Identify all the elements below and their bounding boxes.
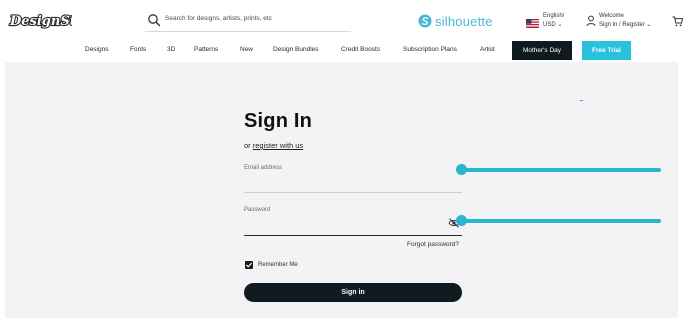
email-slider-handle[interactable]: [456, 164, 467, 175]
mothers-day-button[interactable]: Mother's Day: [512, 41, 572, 60]
search-input[interactable]: Search for designs, artists, prints, etc: [165, 15, 272, 22]
chevron-down-icon: ⌄: [557, 22, 563, 28]
page-title: Sign In: [244, 110, 313, 132]
nav-item-subscription-plans[interactable]: Subscription Plans: [403, 46, 457, 53]
page: DesignStore Search for designs, artists,…: [0, 0, 683, 318]
password-slider-handle[interactable]: [456, 215, 467, 226]
silhouette-logo-icon: [418, 14, 432, 28]
sign-in-button[interactable]: Sign in: [244, 283, 462, 302]
register-prompt: or register with us: [244, 141, 304, 150]
password-slider-track[interactable]: [460, 219, 661, 223]
chevron-down-icon: ⌄: [646, 22, 652, 28]
nav-item-credit-boosts[interactable]: Credit Boosts: [341, 46, 380, 53]
decorative-dot: [580, 100, 583, 101]
password-label: Password: [244, 207, 271, 213]
register-link[interactable]: register with us: [253, 141, 303, 150]
main-navigation: Designs Fonts 3D Patterns New Design Bun…: [0, 40, 683, 62]
email-slider-track[interactable]: [460, 168, 661, 172]
search-bar[interactable]: Search for designs, artists, prints, etc: [145, 10, 351, 32]
design-store-logo[interactable]: DesignStore: [8, 9, 72, 31]
top-header: DesignStore Search for designs, artists,…: [0, 0, 683, 40]
nav-item-3d[interactable]: 3D: [167, 46, 175, 53]
nav-item-design-bundles[interactable]: Design Bundles: [273, 46, 319, 53]
password-field[interactable]: [244, 235, 462, 236]
free-trial-button[interactable]: Free Trial: [582, 41, 631, 60]
svg-text:DesignStore: DesignStore: [9, 14, 72, 29]
email-field[interactable]: [244, 192, 462, 193]
main-content: [5, 62, 678, 318]
silhouette-brand-link[interactable]: silhouette: [418, 11, 493, 31]
nav-item-fonts[interactable]: Fonts: [130, 46, 146, 53]
search-icon[interactable]: [147, 13, 161, 27]
email-label: Email address: [244, 165, 283, 171]
nav-item-patterns[interactable]: Patterns: [194, 46, 218, 53]
welcome-label: Welcome: [599, 13, 624, 19]
silhouette-brand-text: silhouette: [435, 13, 493, 29]
cart-icon[interactable]: [672, 14, 683, 27]
nav-item-new[interactable]: New: [240, 46, 253, 53]
nav-item-designs[interactable]: Designs: [85, 46, 108, 53]
signin-register-link[interactable]: Sign in / Register ⌄: [599, 21, 651, 28]
us-flag-icon: [526, 15, 539, 28]
remember-me-label: Remember Me: [258, 262, 298, 268]
forgot-password-link[interactable]: Forgot password?: [407, 241, 459, 248]
remember-me-checkbox[interactable]: [245, 261, 253, 269]
currency-label: USD ⌄: [543, 22, 563, 28]
language-label: English/: [543, 13, 565, 19]
nav-item-artist[interactable]: Artist: [480, 46, 495, 53]
user-icon: [586, 14, 596, 27]
